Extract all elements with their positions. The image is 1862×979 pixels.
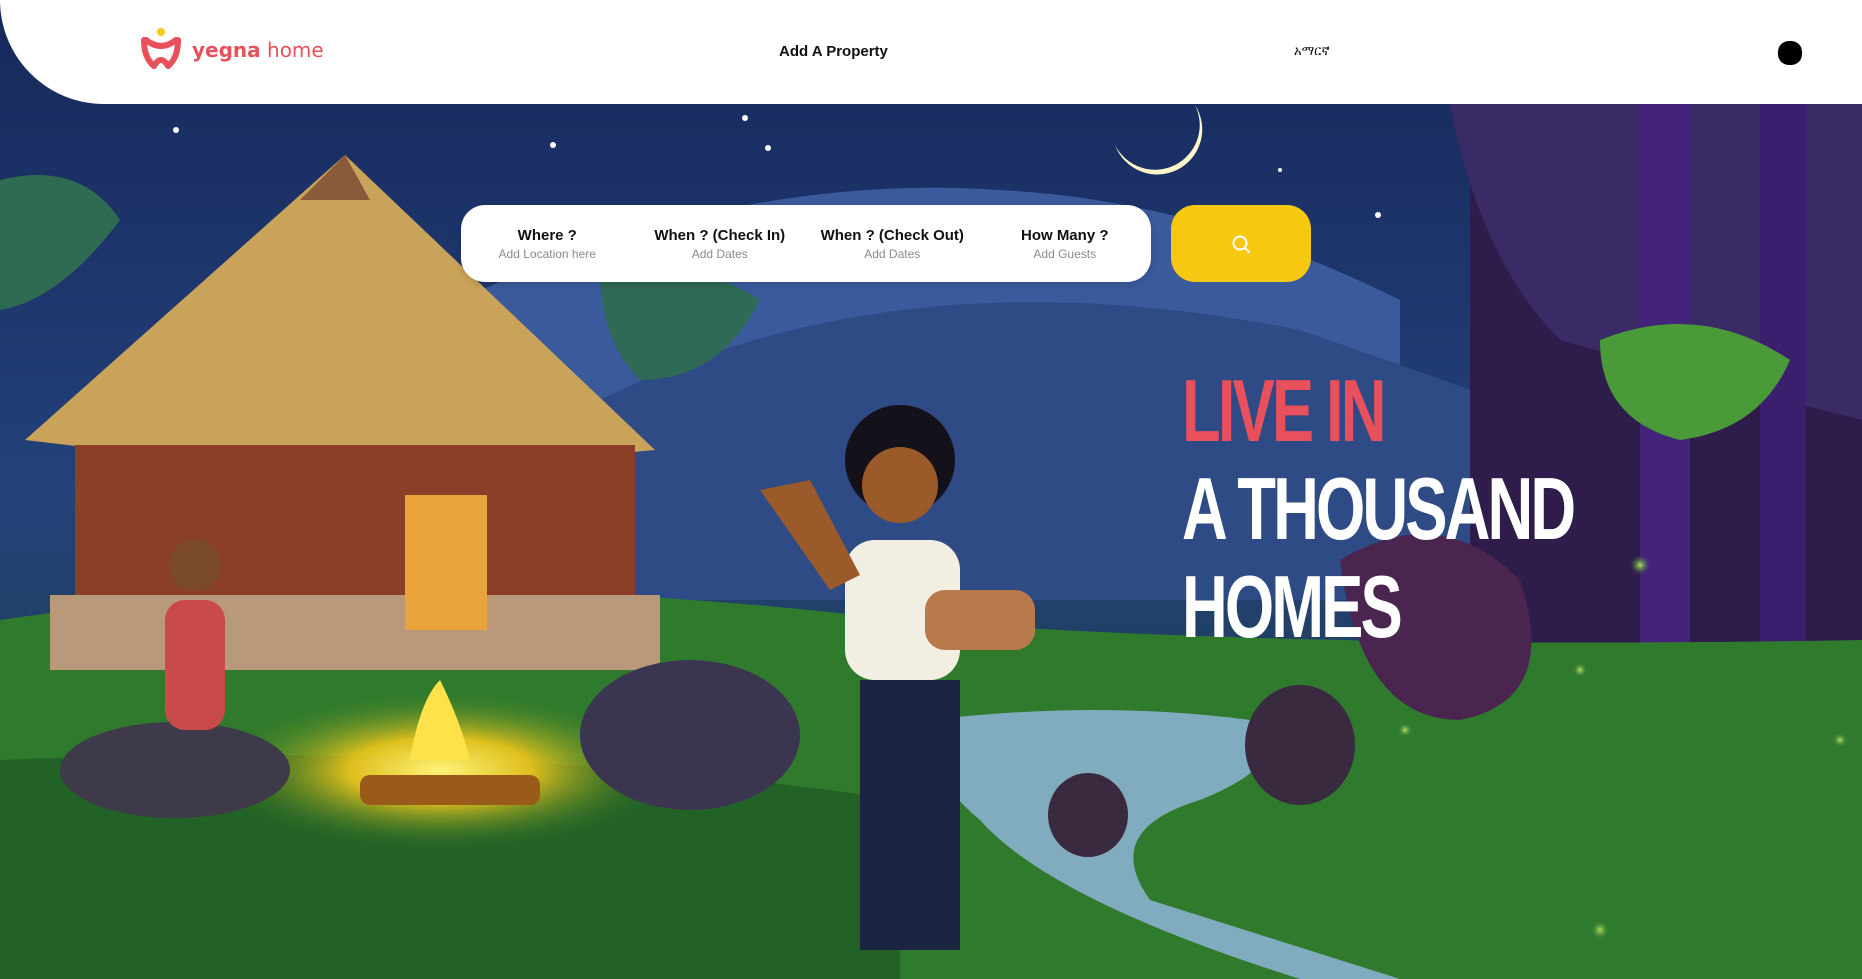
search-field-title: Where ? — [517, 226, 577, 244]
search-field-placeholder: Add Dates — [864, 246, 921, 261]
search-field-placeholder: Add Location here — [498, 246, 596, 261]
hero-background-illustration — [0, 0, 1862, 979]
hero-headline: LIVE IN A THOUSAND HOMES — [1182, 361, 1576, 656]
brand-logo-icon — [141, 28, 181, 69]
brand-logo[interactable]: yegna home — [138, 26, 324, 74]
search-button[interactable] — [1171, 205, 1311, 282]
brand-name: yegna home — [192, 38, 324, 62]
search-field-title: How Many ? — [1020, 226, 1109, 244]
search-field-title: When ? (Check In) — [654, 226, 786, 244]
site-header: yegna home Add A Property አማርኛ — [0, 0, 1862, 104]
search-field-location[interactable]: Where ? Add Location here — [461, 227, 634, 261]
language-switch-link[interactable]: አማርኛ — [1294, 44, 1330, 59]
search-field-guests[interactable]: How Many ? Add Guests — [979, 227, 1152, 261]
search-field-placeholder: Add Dates — [691, 246, 748, 261]
user-avatar-icon[interactable] — [1778, 41, 1802, 65]
search-field-placeholder: Add Guests — [1033, 246, 1097, 261]
search-field-check-in[interactable]: When ? (Check In) Add Dates — [634, 227, 807, 261]
hero-line-1: LIVE IN — [1182, 361, 1387, 460]
search-field-check-out[interactable]: When ? (Check Out) Add Dates — [806, 227, 979, 261]
hero-line-2: A THOUSAND — [1182, 459, 1576, 558]
hero-line-3: HOMES — [1182, 557, 1403, 656]
search-field-title: When ? (Check Out) — [820, 226, 964, 244]
search-icon — [1232, 235, 1250, 253]
search-bar: Where ? Add Location here When ? (Check … — [461, 205, 1151, 282]
add-property-link[interactable]: Add A Property — [779, 43, 888, 60]
